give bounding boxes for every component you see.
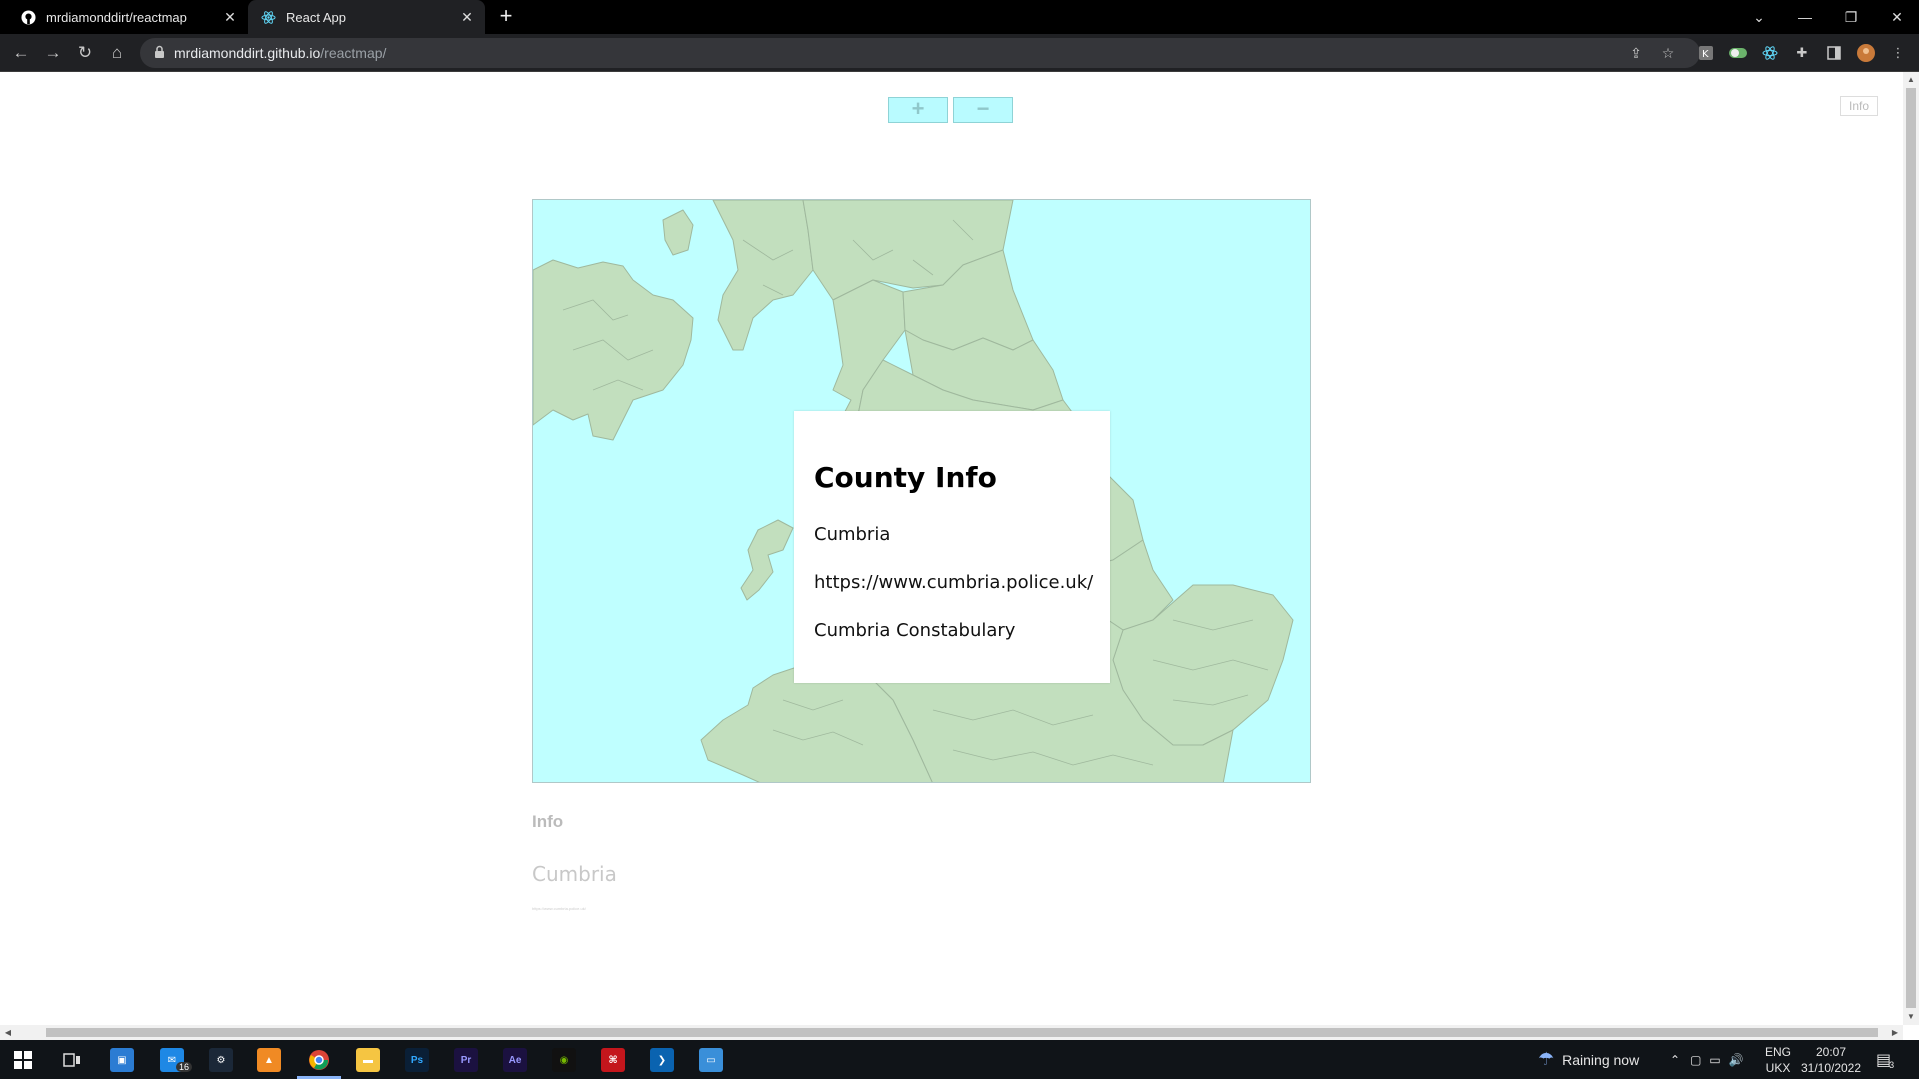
window-controls: ⌄ — ❐ ✕ xyxy=(1736,0,1919,34)
isle-of-man-region[interactable] xyxy=(662,209,694,256)
info-police-url[interactable]: https://www.cumbria.police.uk/ xyxy=(532,906,586,911)
lock-icon[interactable] xyxy=(154,45,166,60)
steam-icon[interactable]: ⚙ xyxy=(209,1048,233,1072)
tab-github[interactable]: mrdiamonddirt/reactmap ✕ xyxy=(8,0,248,34)
browser-toolbar: ← → ↻ ⌂ mrdiamonddirt.github.io/reactmap… xyxy=(0,34,1919,72)
after-effects-icon[interactable]: Ae xyxy=(503,1048,527,1072)
scroll-up-icon[interactable]: ▲ xyxy=(1903,72,1919,88)
vertical-scrollbar[interactable]: ▲ ▼ xyxy=(1903,72,1919,1025)
vertical-scroll-thumb[interactable] xyxy=(1906,88,1916,1008)
scroll-left-icon[interactable]: ◀ xyxy=(0,1025,16,1040)
meet-icon[interactable]: ▢ xyxy=(1690,1053,1701,1067)
react-icon xyxy=(260,9,276,25)
scotland-southwest-region[interactable] xyxy=(712,200,814,351)
volume-icon[interactable]: 🔊 xyxy=(1729,1053,1744,1067)
tab-strip: mrdiamonddirt/reactmap ✕ React App ✕ + ⌄… xyxy=(0,0,1919,34)
page-viewport: + − Info County Info Cumbria https://www… xyxy=(0,72,1903,1025)
tab-title: mrdiamonddirt/reactmap xyxy=(46,9,187,25)
northern-ireland-region[interactable] xyxy=(533,259,694,441)
notification-count: 3 xyxy=(1889,1059,1895,1070)
store-icon[interactable]: ▣ xyxy=(110,1048,134,1072)
new-tab-button[interactable]: + xyxy=(494,5,518,29)
side-panel-icon[interactable] xyxy=(1824,43,1844,63)
info-county-name: Cumbria xyxy=(532,862,617,886)
tab-title: React App xyxy=(286,9,346,25)
scroll-down-icon[interactable]: ▼ xyxy=(1903,1009,1919,1025)
share-icon[interactable]: ⇪ xyxy=(1627,44,1645,62)
zoom-in-button[interactable]: + xyxy=(888,97,948,123)
chevron-up-icon[interactable]: ⌃ xyxy=(1670,1053,1680,1067)
language-code: ENG xyxy=(1765,1044,1792,1059)
mail-badge: 16 xyxy=(176,1062,193,1072)
extension-k-icon[interactable]: K xyxy=(1696,43,1716,63)
windows-start-icon[interactable] xyxy=(11,1048,35,1072)
url-text[interactable]: mrdiamonddirt.github.io/reactmap/ xyxy=(174,45,386,61)
tab-react-app[interactable]: React App ✕ xyxy=(248,0,485,34)
back-button[interactable]: ← xyxy=(9,41,33,65)
wales-north-region[interactable] xyxy=(740,519,794,601)
extensions-puzzle-icon[interactable]: ✚ xyxy=(1792,43,1812,63)
photoshop-icon[interactable]: Ps xyxy=(405,1048,429,1072)
clock-time: 20:07 xyxy=(1815,1044,1847,1059)
forward-button[interactable]: → xyxy=(41,41,65,65)
notification-center[interactable]: ▤ 3 xyxy=(1876,1040,1894,1079)
rdp-icon[interactable]: ▭ xyxy=(699,1048,723,1072)
info-button[interactable]: Info xyxy=(1840,96,1878,116)
vlc-icon[interactable]: ▲ xyxy=(257,1048,281,1072)
svg-text:K: K xyxy=(1702,49,1709,60)
address-bar[interactable]: mrdiamonddirt.github.io/reactmap/ ⇪ ☆ xyxy=(140,38,1700,68)
nvidia-icon[interactable]: ◉ xyxy=(552,1048,576,1072)
weather-text: Raining now xyxy=(1562,1051,1640,1068)
clock-date: 31/10/2022 xyxy=(1800,1060,1862,1075)
county-info-popup: County Info Cumbria https://www.cumbria.… xyxy=(794,411,1110,683)
home-button[interactable]: ⌂ xyxy=(105,41,129,65)
star-icon[interactable]: ☆ xyxy=(1659,44,1677,62)
vscode-icon[interactable]: ❯ xyxy=(650,1048,674,1072)
horizontal-scrollbar[interactable]: ◀ ▶ xyxy=(0,1025,1903,1040)
umbrella-icon: ☂ xyxy=(1538,1049,1555,1069)
reload-button[interactable]: ↻ xyxy=(73,41,97,65)
chevron-down-icon[interactable]: ⌄ xyxy=(1736,0,1782,34)
keyboard-layout: UKX xyxy=(1765,1060,1791,1075)
task-view-icon[interactable] xyxy=(60,1048,84,1072)
extension-toggle-icon[interactable] xyxy=(1728,43,1748,63)
premiere-icon[interactable]: Pr xyxy=(454,1048,478,1072)
menu-kebab-icon[interactable]: ⋮ xyxy=(1888,43,1908,63)
profile-avatar[interactable] xyxy=(1856,43,1876,63)
weather-widget[interactable]: ☂ Raining now xyxy=(1538,1040,1639,1079)
info-heading: Info xyxy=(532,812,564,831)
acrobat-icon[interactable]: ⌘ xyxy=(601,1048,625,1072)
chrome-icon[interactable] xyxy=(307,1048,331,1072)
close-icon[interactable]: ✕ xyxy=(218,9,242,26)
close-icon[interactable]: ✕ xyxy=(455,9,479,26)
url-host: mrdiamonddirt.github.io xyxy=(174,45,321,61)
clock[interactable]: 20:07 31/10/2022 xyxy=(1800,1040,1862,1079)
restore-button[interactable]: ❐ xyxy=(1828,0,1874,34)
popup-police-force: Cumbria Constabulary xyxy=(814,620,1016,641)
network-icon[interactable]: ▭ xyxy=(1709,1053,1720,1067)
windows-taskbar: ▣ ✉ 16 ⚙ ▲ ▬ Ps Pr Ae ◉ ⌘ ❯ ▭ ☂ Raining … xyxy=(0,1040,1919,1079)
file-explorer-icon[interactable]: ▬ xyxy=(356,1048,380,1072)
react-devtools-icon[interactable] xyxy=(1760,43,1780,63)
close-window-button[interactable]: ✕ xyxy=(1874,0,1919,34)
popup-police-url[interactable]: https://www.cumbria.police.uk/ xyxy=(814,572,1093,594)
popup-title: County Info xyxy=(814,461,997,494)
url-path: /reactmap/ xyxy=(320,45,387,61)
popup-county-name: Cumbria xyxy=(814,524,891,545)
horizontal-scroll-thumb[interactable] xyxy=(46,1028,1878,1037)
minimize-button[interactable]: — xyxy=(1782,0,1828,34)
scroll-right-icon[interactable]: ▶ xyxy=(1887,1025,1903,1040)
language-indicator[interactable]: ENG UKX xyxy=(1765,1040,1791,1079)
zoom-out-button[interactable]: − xyxy=(953,97,1013,123)
zoom-controls: + − xyxy=(888,97,1013,123)
github-icon xyxy=(20,9,36,25)
tray-icons: ⌃ ▢ ▭ 🔊 xyxy=(1670,1040,1744,1079)
